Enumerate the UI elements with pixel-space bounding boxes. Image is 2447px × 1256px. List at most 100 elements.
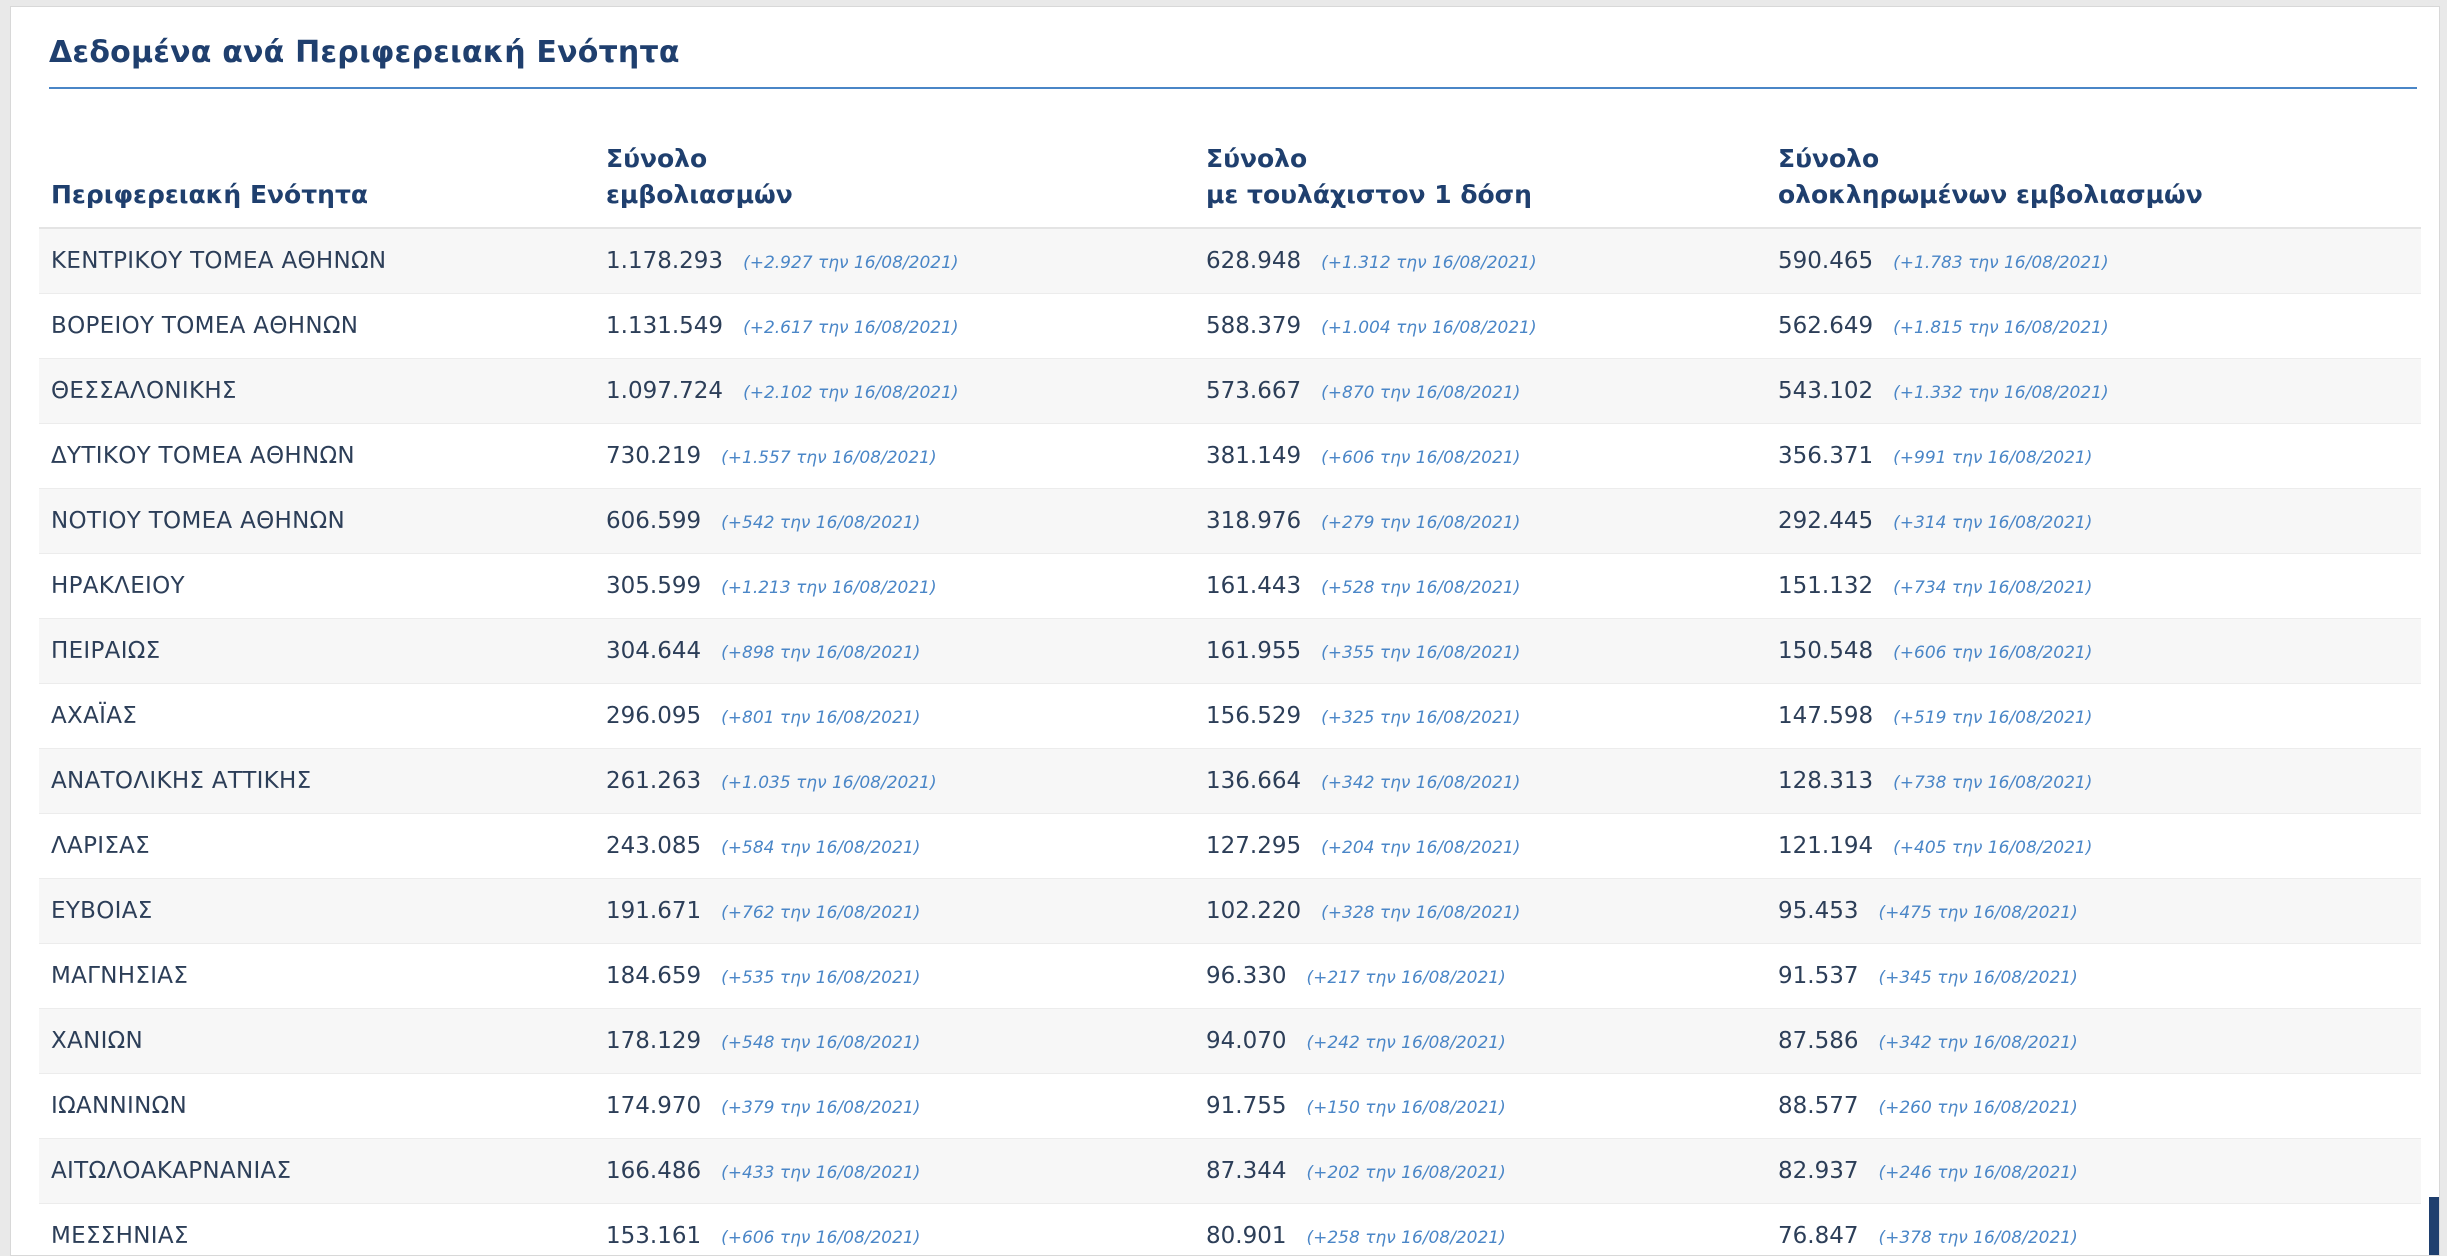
completed-delta: (+1.815 την 16/08/2021) <box>1893 317 2109 338</box>
cell-completed: 147.598 (+519 την 16/08/2021) <box>1766 683 2421 749</box>
header-region[interactable]: Περιφερειακή Ενότητα <box>39 103 594 229</box>
total-delta: (+762 την 16/08/2021) <box>721 902 921 923</box>
first-dose-value: 628.948 <box>1206 247 1302 274</box>
cell-region: ΜΕΣΣΗΝΙΑΣ <box>39 1203 594 1255</box>
table-row: ΜΑΓΝΗΣΙΑΣ 184.659 (+535 την 16/08/2021) 96.… <box>39 943 2421 1009</box>
completed-value: 150.548 <box>1778 637 1874 664</box>
cell-completed: 87.586 (+342 την 16/08/2021) <box>1766 1008 2421 1074</box>
region-name: ΑΝΑΤΟΛΙΚΗΣ ΑΤΤΙΚΗΣ <box>51 767 312 794</box>
total-delta: (+606 την 16/08/2021) <box>721 1227 921 1248</box>
total-delta: (+1.213 την 16/08/2021) <box>721 577 937 598</box>
table-row: ΑΧΑΪΑΣ 296.095 (+801 την 16/08/2021) 156.52… <box>39 683 2421 749</box>
completed-delta: (+378 την 16/08/2021) <box>1878 1227 2078 1248</box>
completed-delta: (+1.332 την 16/08/2021) <box>1893 382 2109 403</box>
first-dose-value: 80.901 <box>1206 1222 1287 1249</box>
first-dose-value: 96.330 <box>1206 962 1287 989</box>
total-value: 305.599 <box>606 572 702 599</box>
cell-region: ΜΑΓΝΗΣΙΑΣ <box>39 943 594 1009</box>
first-dose-delta: (+217 την 16/08/2021) <box>1306 967 1506 988</box>
region-name: ΝΟΤΙΟΥ ΤΟΜΕΑ ΑΘΗΝΩΝ <box>51 507 345 534</box>
table-row: ΑΝΑΤΟΛΙΚΗΣ ΑΤΤΙΚΗΣ 261.263 (+1.035 την 16/… <box>39 748 2421 814</box>
cell-region: ΒΟΡΕΙΟΥ ΤΟΜΕΑ ΑΘΗΝΩΝ <box>39 293 594 359</box>
total-delta: (+542 την 16/08/2021) <box>721 512 921 533</box>
header-first-dose[interactable]: Σύνολο με τουλάχιστον 1 δόση <box>1194 103 1766 229</box>
cell-total: 166.486 (+433 την 16/08/2021) <box>594 1138 1194 1204</box>
region-name: ΜΑΓΝΗΣΙΑΣ <box>51 962 189 989</box>
total-delta: (+801 την 16/08/2021) <box>721 707 921 728</box>
completed-value: 121.194 <box>1778 832 1874 859</box>
first-dose-value: 318.976 <box>1206 507 1302 534</box>
cell-first-dose: 87.344 (+202 την 16/08/2021) <box>1194 1138 1766 1204</box>
table-header-row: Περιφερειακή Ενότητα Σύνολο εμβολιασμών … <box>39 103 2421 229</box>
cell-region: ΗΡΑΚΛΕΙΟΥ <box>39 553 594 619</box>
total-value: 243.085 <box>606 832 702 859</box>
region-name: ΑΙΤΩΛΟΑΚΑΡΝΑΝΙΑΣ <box>51 1157 292 1184</box>
total-delta: (+1.035 την 16/08/2021) <box>721 772 937 793</box>
cell-first-dose: 161.443 (+528 την 16/08/2021) <box>1194 553 1766 619</box>
completed-delta: (+405 την 16/08/2021) <box>1893 837 2093 858</box>
header-total-vaccinations[interactable]: Σύνολο εμβολιασμών <box>594 103 1194 229</box>
cell-completed: 76.847 (+378 την 16/08/2021) <box>1766 1203 2421 1255</box>
cell-first-dose: 628.948 (+1.312 την 16/08/2021) <box>1194 228 1766 294</box>
total-value: 730.219 <box>606 442 702 469</box>
cell-region: ΕΥΒΟΙΑΣ <box>39 878 594 944</box>
total-value: 178.129 <box>606 1027 702 1054</box>
cell-first-dose: 96.330 (+217 την 16/08/2021) <box>1194 943 1766 1009</box>
total-delta: (+433 την 16/08/2021) <box>721 1162 921 1183</box>
total-value: 261.263 <box>606 767 702 794</box>
first-dose-value: 161.443 <box>1206 572 1302 599</box>
cell-total: 1.178.293 (+2.927 την 16/08/2021) <box>594 228 1194 294</box>
cell-first-dose: 381.149 (+606 την 16/08/2021) <box>1194 423 1766 489</box>
table-row: ΛΑΡΙΣΑΣ 243.085 (+584 την 16/08/2021) 127.2… <box>39 813 2421 879</box>
first-dose-delta: (+242 την 16/08/2021) <box>1306 1032 1506 1053</box>
total-value: 304.644 <box>606 637 702 664</box>
cell-total: 174.970 (+379 την 16/08/2021) <box>594 1073 1194 1139</box>
table-row: ΒΟΡΕΙΟΥ ΤΟΜΕΑ ΑΘΗΝΩΝ 1.131.549 (+2.617 την… <box>39 293 2421 359</box>
cell-completed: 356.371 (+991 την 16/08/2021) <box>1766 423 2421 489</box>
cell-first-dose: 94.070 (+242 την 16/08/2021) <box>1194 1008 1766 1074</box>
cell-region: ΝΟΤΙΟΥ ΤΟΜΕΑ ΑΘΗΝΩΝ <box>39 488 594 554</box>
completed-delta: (+519 την 16/08/2021) <box>1893 707 2093 728</box>
table-row: ΕΥΒΟΙΑΣ 191.671 (+762 την 16/08/2021) 102.2… <box>39 878 2421 944</box>
table-row: ΗΡΑΚΛΕΙΟΥ 305.599 (+1.213 την 16/08/2021) 1… <box>39 553 2421 619</box>
region-name: ΛΑΡΙΣΑΣ <box>51 832 151 859</box>
cell-first-dose: 573.667 (+870 την 16/08/2021) <box>1194 358 1766 424</box>
completed-delta: (+342 την 16/08/2021) <box>1878 1032 2078 1053</box>
table-row: ΝΟΤΙΟΥ ΤΟΜΕΑ ΑΘΗΝΩΝ 606.599 (+542 την 16/0… <box>39 488 2421 554</box>
region-name: ΜΕΣΣΗΝΙΑΣ <box>51 1222 189 1249</box>
completed-value: 91.537 <box>1778 962 1859 989</box>
table-row: ΑΙΤΩΛΟΑΚΑΡΝΑΝΙΑΣ 166.486 (+433 την 16/08/2… <box>39 1138 2421 1204</box>
first-dose-value: 102.220 <box>1206 897 1302 924</box>
cell-completed: 151.132 (+734 την 16/08/2021) <box>1766 553 2421 619</box>
region-name: ΕΥΒΟΙΑΣ <box>51 897 153 924</box>
total-delta: (+535 την 16/08/2021) <box>721 967 921 988</box>
completed-delta: (+738 την 16/08/2021) <box>1893 772 2093 793</box>
title-divider <box>49 87 2417 89</box>
cell-completed: 543.102 (+1.332 την 16/08/2021) <box>1766 358 2421 424</box>
cell-first-dose: 91.755 (+150 την 16/08/2021) <box>1194 1073 1766 1139</box>
cell-total: 191.671 (+762 την 16/08/2021) <box>594 878 1194 944</box>
first-dose-value: 87.344 <box>1206 1157 1287 1184</box>
completed-delta: (+734 την 16/08/2021) <box>1893 577 2093 598</box>
total-value: 296.095 <box>606 702 702 729</box>
completed-value: 87.586 <box>1778 1027 1859 1054</box>
completed-delta: (+246 την 16/08/2021) <box>1878 1162 2078 1183</box>
cell-total: 730.219 (+1.557 την 16/08/2021) <box>594 423 1194 489</box>
region-name: ΧΑΝΙΩΝ <box>51 1027 144 1054</box>
first-dose-delta: (+258 την 16/08/2021) <box>1306 1227 1506 1248</box>
cell-completed: 95.453 (+475 την 16/08/2021) <box>1766 878 2421 944</box>
cell-completed: 562.649 (+1.815 την 16/08/2021) <box>1766 293 2421 359</box>
cell-region: ΧΑΝΙΩΝ <box>39 1008 594 1074</box>
region-name: ΘΕΣΣΑΛΟΝΙΚΗΣ <box>51 377 237 404</box>
total-value: 153.161 <box>606 1222 702 1249</box>
regional-data-panel: Δεδομένα ανά Περιφερειακή Ενότητα Περιφε… <box>10 6 2440 1256</box>
scrollbar-thumb[interactable] <box>2429 1197 2439 1255</box>
total-delta: (+584 την 16/08/2021) <box>721 837 921 858</box>
cell-first-dose: 156.529 (+325 την 16/08/2021) <box>1194 683 1766 749</box>
region-name: ΠΕΙΡΑΙΩΣ <box>51 637 161 664</box>
cell-total: 304.644 (+898 την 16/08/2021) <box>594 618 1194 684</box>
first-dose-delta: (+1.312 την 16/08/2021) <box>1321 252 1537 273</box>
header-completed-vaccinations[interactable]: Σύνολο ολοκληρωμένων εμβολιασμών <box>1766 103 2421 229</box>
total-value: 1.178.293 <box>606 247 724 274</box>
total-delta: (+898 την 16/08/2021) <box>721 642 921 663</box>
